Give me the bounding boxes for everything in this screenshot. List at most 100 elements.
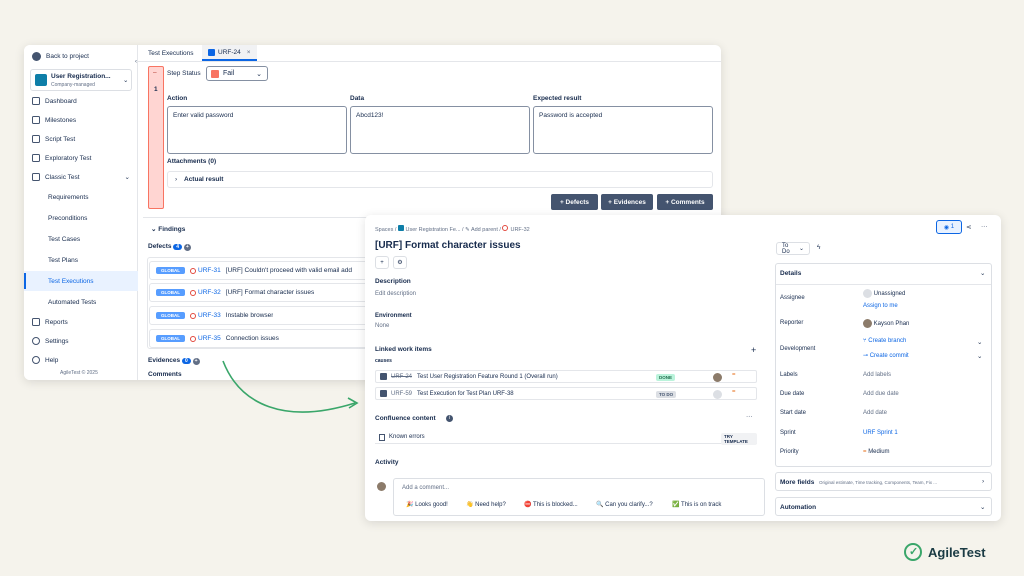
sidebar-item-dashboard[interactable]: Dashboard	[24, 91, 138, 111]
avatar	[863, 319, 872, 328]
sidebar-item-help[interactable]: Help	[24, 350, 138, 370]
unassigned-avatar-icon	[713, 390, 722, 399]
assign-to-me-link[interactable]: Assign to me	[863, 303, 898, 309]
back-to-project[interactable]: Back to project	[24, 46, 138, 66]
edit-icon: ✎	[465, 227, 470, 233]
reports-icon	[32, 318, 40, 326]
quick-reply-need-help[interactable]: 👋 Need help?	[466, 501, 506, 508]
confluence-item[interactable]: Known errors TRY TEMPLATE	[375, 431, 757, 445]
start-date-field[interactable]: Add date	[863, 410, 887, 416]
collapse-sidebar-icon[interactable]: ‹	[135, 59, 137, 65]
agiletest-logo-icon: ✓	[904, 543, 922, 561]
sprint-field[interactable]: URF Sprint 1	[863, 430, 898, 436]
lightning-icon[interactable]: ϟ	[817, 244, 820, 251]
chevron-down-icon: ⌄	[123, 77, 129, 84]
linked-item-row[interactable]: URF-24 Test User Registration Feature Ro…	[375, 370, 757, 383]
dashboard-icon	[32, 97, 40, 105]
issue-detail-window: Spaces / User Registration Fe... / ✎ Add…	[365, 215, 1001, 521]
defect-row[interactable]: GLOBAL URF-35 Connection issues	[149, 329, 379, 348]
add-evidences-button[interactable]: + Evidences	[601, 194, 653, 210]
gear-icon	[32, 337, 40, 345]
expected-result-field[interactable]: Password is accepted	[533, 106, 713, 154]
sidebar-item-milestones[interactable]: Milestones	[24, 110, 138, 130]
help-icon	[32, 356, 40, 364]
add-evidence-icon[interactable]: +	[192, 358, 200, 365]
status-dropdown[interactable]: To Do ⌄	[776, 242, 810, 255]
script-icon	[32, 135, 40, 143]
labels-field[interactable]: Add labels	[863, 372, 891, 378]
defect-row[interactable]: GLOBAL URF-32 [URF] Format character issue…	[149, 283, 379, 302]
quick-reply-blocked[interactable]: ⛔ This is blocked...	[524, 501, 578, 508]
more-fields-section[interactable]: More fields Original estimate, Time trac…	[775, 472, 992, 491]
defect-row[interactable]: GLOBAL URF-33 Instable browser	[149, 306, 379, 325]
close-icon[interactable]: ×	[247, 49, 251, 56]
chevron-down-icon: ⌄	[124, 174, 130, 181]
add-linked-icon[interactable]: +	[751, 345, 756, 355]
create-commit-link[interactable]: ⊸ Create commit	[863, 352, 909, 359]
reporter-field[interactable]: Kayson Phan	[863, 319, 909, 328]
quick-reply-on-track[interactable]: ✅ This is on track	[672, 501, 721, 508]
comment-input[interactable]: Add a comment... 🎉 Looks good! 👋 Need he…	[393, 478, 765, 516]
sidebar-item-reports[interactable]: Reports	[24, 312, 138, 332]
chevron-down-icon: ⌄	[256, 70, 262, 78]
document-icon	[379, 433, 385, 441]
chevron-right-icon: ›	[982, 478, 985, 485]
sidebar-item-settings[interactable]: Settings	[24, 331, 138, 351]
settings-icon[interactable]: ⚙	[393, 256, 407, 269]
assignee-field[interactable]: Unassigned	[863, 289, 905, 298]
share-icon[interactable]: ⋖	[966, 223, 971, 231]
quick-reply-looks-good[interactable]: 🎉 Looks good!	[406, 501, 448, 508]
automation-section[interactable]: Automation ⌄	[775, 497, 992, 516]
quick-reply-clarify[interactable]: 🔍 Can you clarify...?	[596, 501, 653, 508]
priority-medium-icon: =	[732, 372, 736, 378]
description-field[interactable]: Edit description	[375, 291, 416, 297]
sidebar-item-classic-test[interactable]: Classic Test ⌄	[24, 167, 138, 187]
sidebar-item-preconditions[interactable]: Preconditions	[24, 208, 138, 228]
more-icon[interactable]: ···	[746, 413, 753, 420]
sidebar-item-exploratory-test[interactable]: Exploratory Test	[24, 148, 138, 168]
priority-field[interactable]: = Medium	[863, 449, 890, 455]
watch-button[interactable]: ◉ 1	[936, 220, 962, 234]
tab-urf-24[interactable]: URF-24 ×	[202, 45, 257, 61]
chevron-down-icon: ⌄	[798, 246, 804, 252]
sidebar-item-script-test[interactable]: Script Test	[24, 129, 138, 149]
sidebar-item-automated-tests[interactable]: Automated Tests	[24, 292, 138, 312]
sidebar-item-test-cases[interactable]: Test Cases	[24, 229, 138, 249]
action-field[interactable]: Enter valid password	[167, 106, 347, 154]
add-defect-icon[interactable]: +	[183, 244, 191, 251]
chevron-down-icon[interactable]: ⌄	[980, 269, 985, 277]
add-icon[interactable]: +	[375, 256, 389, 269]
avatar	[713, 373, 722, 382]
sidebar-item-test-executions[interactable]: Test Executions	[24, 271, 138, 291]
more-icon[interactable]: ···	[981, 223, 988, 230]
add-defects-button[interactable]: + Defects	[551, 194, 598, 210]
step-status-select[interactable]: Fail ⌄	[206, 66, 268, 81]
defect-row[interactable]: GLOBAL URF-31 [URF] Couldn't proceed with …	[149, 261, 379, 280]
add-comments-button[interactable]: + Comments	[657, 194, 713, 210]
defects-count-badge: 4	[173, 244, 183, 250]
create-branch-link[interactable]: ⑂ Create branch	[863, 338, 906, 344]
chevron-right-icon: ›	[175, 176, 178, 183]
project-switcher[interactable]: User Registration... Company-managed ⌄	[30, 69, 132, 91]
chevron-down-icon[interactable]: ⌄	[977, 352, 982, 360]
collapse-step-icon[interactable]: –	[153, 69, 157, 76]
priority-medium-icon: =	[732, 389, 736, 395]
sidebar-item-requirements[interactable]: Requirements	[24, 187, 138, 207]
info-icon[interactable]: i	[446, 415, 453, 422]
data-field[interactable]: Abcd123!	[350, 106, 530, 154]
actual-result-section[interactable]: › Actual result	[167, 171, 713, 188]
chevron-down-icon[interactable]: ⌄	[977, 338, 982, 346]
tab-test-executions[interactable]: Test Executions	[142, 45, 200, 61]
issue-title[interactable]: [URF] Format character issues	[375, 240, 521, 251]
eye-icon: ◉	[943, 224, 950, 231]
bug-icon	[190, 267, 196, 274]
chevron-down-icon: ⌄	[980, 504, 986, 511]
linked-item-row[interactable]: URF-59 Test Execution for Test Plan URF-…	[375, 387, 757, 400]
bug-icon	[190, 335, 196, 342]
back-arrow-icon	[32, 51, 41, 61]
sidebar-item-test-plans[interactable]: Test Plans	[24, 250, 138, 270]
avatar	[377, 482, 386, 491]
due-date-field[interactable]: Add due date	[863, 391, 899, 397]
test-execution-icon	[380, 390, 387, 397]
findings-header[interactable]: ⌄ Findings	[151, 225, 185, 233]
